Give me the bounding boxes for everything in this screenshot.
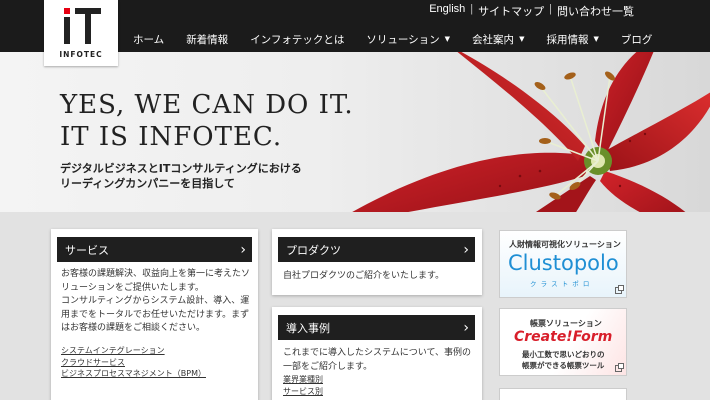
- nav-about-label: インフォテックとは: [250, 33, 345, 46]
- nav-company-label: 会社案内: [472, 33, 515, 46]
- contact-link[interactable]: 問い合わせ一覧: [557, 3, 634, 19]
- caret-down-icon: ▼: [593, 35, 599, 43]
- products-card: プロダクツ › 自社プロダクツのご紹介をいたします。: [272, 229, 482, 295]
- products-description: 自社プロダクツのご紹介をいたします。: [283, 270, 478, 284]
- external-link-icon: [615, 285, 624, 294]
- nav-recruit[interactable]: 採用情報 ▼: [535, 32, 609, 47]
- infotec-logo-icon: [64, 8, 101, 44]
- hero-subtitle-line2: リーディングカンパニーを目指して: [60, 177, 235, 190]
- services-description: お客様の課題解決、収益向上を第一に考えたソ リューションをご提供いたします。 コ…: [61, 268, 251, 336]
- chevron-right-icon: ›: [463, 241, 469, 258]
- link-bpm[interactable]: ビジネスプロセスマネジメント（BPM）: [61, 368, 206, 380]
- clustopolo-banner[interactable]: 人財情報可視化ソリューション Clustopolo ク ラ ス ト ポ ロ: [499, 230, 627, 298]
- nav-solutions[interactable]: ソリューション ▼: [355, 32, 461, 47]
- services-line: コンサルティングからシステム設計、導入、運: [61, 296, 250, 306]
- chevron-right-icon: ›: [240, 241, 246, 258]
- createform-logo: Create!Form: [514, 329, 613, 345]
- services-header-button[interactable]: サービス ›: [57, 237, 252, 262]
- products-title: プロダクツ: [286, 243, 341, 257]
- hero-title-line1: YES, WE CAN DO IT.: [60, 90, 354, 120]
- nav-home-label: ホーム: [133, 33, 165, 46]
- cases-description: これまでに導入したシステムについて、事例の 一部をご紹介します。: [283, 347, 478, 374]
- services-line: リューションをご提供いたします。: [61, 282, 204, 293]
- cases-line: これまでに導入したシステムについて、事例の: [283, 348, 472, 358]
- link-by-service[interactable]: サービス別: [283, 386, 323, 398]
- nav-about[interactable]: インフォテックとは: [239, 32, 355, 47]
- cases-title: 導入事例: [286, 321, 330, 335]
- nav-blog-label: ブログ: [620, 33, 653, 46]
- caret-down-icon: ▼: [519, 35, 525, 43]
- product-banner-3[interactable]: [499, 388, 627, 400]
- nav-news[interactable]: 新着情報: [175, 32, 239, 47]
- caret-down-icon: ▼: [444, 35, 451, 43]
- global-nav: ホーム 新着情報 インフォテックとは ソリューション ▼ 会社案内 ▼ 採用情報 ▼ …: [122, 30, 663, 48]
- utility-separator: |: [549, 3, 552, 15]
- cases-links: 業界業種別 サービス別: [283, 374, 323, 397]
- lily-flower-image: [352, 52, 710, 212]
- link-system-integration[interactable]: システムインテグレーション: [61, 345, 206, 357]
- services-card: サービス › お客様の課題解決、収益向上を第一に考えたソ リューションをご提供い…: [51, 229, 258, 400]
- cases-line: 一部をご紹介します。: [283, 361, 373, 372]
- utility-separator: |: [470, 3, 474, 15]
- createform-banner[interactable]: 帳票ソリューション Create!Form 最小工数で思いどおりの 帳票ができる…: [499, 308, 627, 376]
- cases-header-button[interactable]: 導入事例 ›: [278, 315, 475, 340]
- hero-title: YES, WE CAN DO IT. IT IS INFOTEC.: [60, 89, 354, 153]
- hero-subtitle: デジタルビジネスとITコンサルティングにおける リーディングカンパニーを目指して: [60, 161, 302, 191]
- products-line: 自社プロダクツのご紹介をいたします。: [283, 271, 445, 281]
- utility-nav: English | サイトマップ | 問い合わせ一覧: [429, 3, 634, 19]
- createform-desc-line2: 帳票ができる帳票ツール: [522, 361, 605, 370]
- services-line: 用までをトータルでお任せいただけます。まず: [61, 309, 250, 320]
- external-link-icon: [615, 363, 624, 372]
- createform-desc-line1: 最小工数で思いどおりの: [522, 350, 605, 359]
- products-header-button[interactable]: プロダクツ ›: [278, 237, 475, 262]
- nav-news-label: 新着情報: [186, 33, 229, 46]
- clustopolo-logo: Clustopolo: [508, 251, 619, 275]
- chevron-right-icon: ›: [463, 319, 469, 336]
- services-line: お客様の課題解決、収益向上を第一に考えたソ: [61, 269, 251, 279]
- english-link[interactable]: English: [429, 3, 465, 19]
- hero-subtitle-line1: デジタルビジネスとITコンサルティングにおける: [60, 162, 302, 175]
- services-line: はお客様の課題をご相談ください。: [61, 323, 206, 333]
- hero-banner: YES, WE CAN DO IT. IT IS INFOTEC. デジタルビジ…: [0, 52, 710, 212]
- clustopolo-tagline: 人財情報可視化ソリューション: [509, 240, 621, 249]
- nav-recruit-label: 採用情報: [546, 33, 589, 46]
- nav-solutions-label: ソリューション: [366, 33, 440, 46]
- site-logo[interactable]: INFOTEC: [44, 0, 118, 66]
- services-links: システムインテグレーション クラウドサービス ビジネスプロセスマネジメント（BP…: [61, 345, 206, 380]
- nav-home[interactable]: ホーム: [122, 32, 175, 47]
- cases-card: 導入事例 › これまでに導入したシステムについて、事例の 一部をご紹介します。 …: [272, 307, 482, 400]
- nav-blog[interactable]: ブログ: [610, 32, 664, 47]
- link-by-industry[interactable]: 業界業種別: [283, 374, 323, 386]
- logo-wordmark: INFOTEC: [59, 50, 103, 59]
- hero-title-line2: IT IS INFOTEC.: [60, 122, 283, 152]
- link-cloud-service[interactable]: クラウドサービス: [61, 357, 206, 369]
- services-title: サービス: [65, 243, 109, 257]
- createform-tagline: 帳票ソリューション: [530, 319, 602, 328]
- clustopolo-kana: ク ラ ス ト ポ ロ: [530, 280, 591, 288]
- nav-company[interactable]: 会社案内 ▼: [461, 32, 535, 47]
- sitemap-link[interactable]: サイトマップ: [478, 3, 544, 19]
